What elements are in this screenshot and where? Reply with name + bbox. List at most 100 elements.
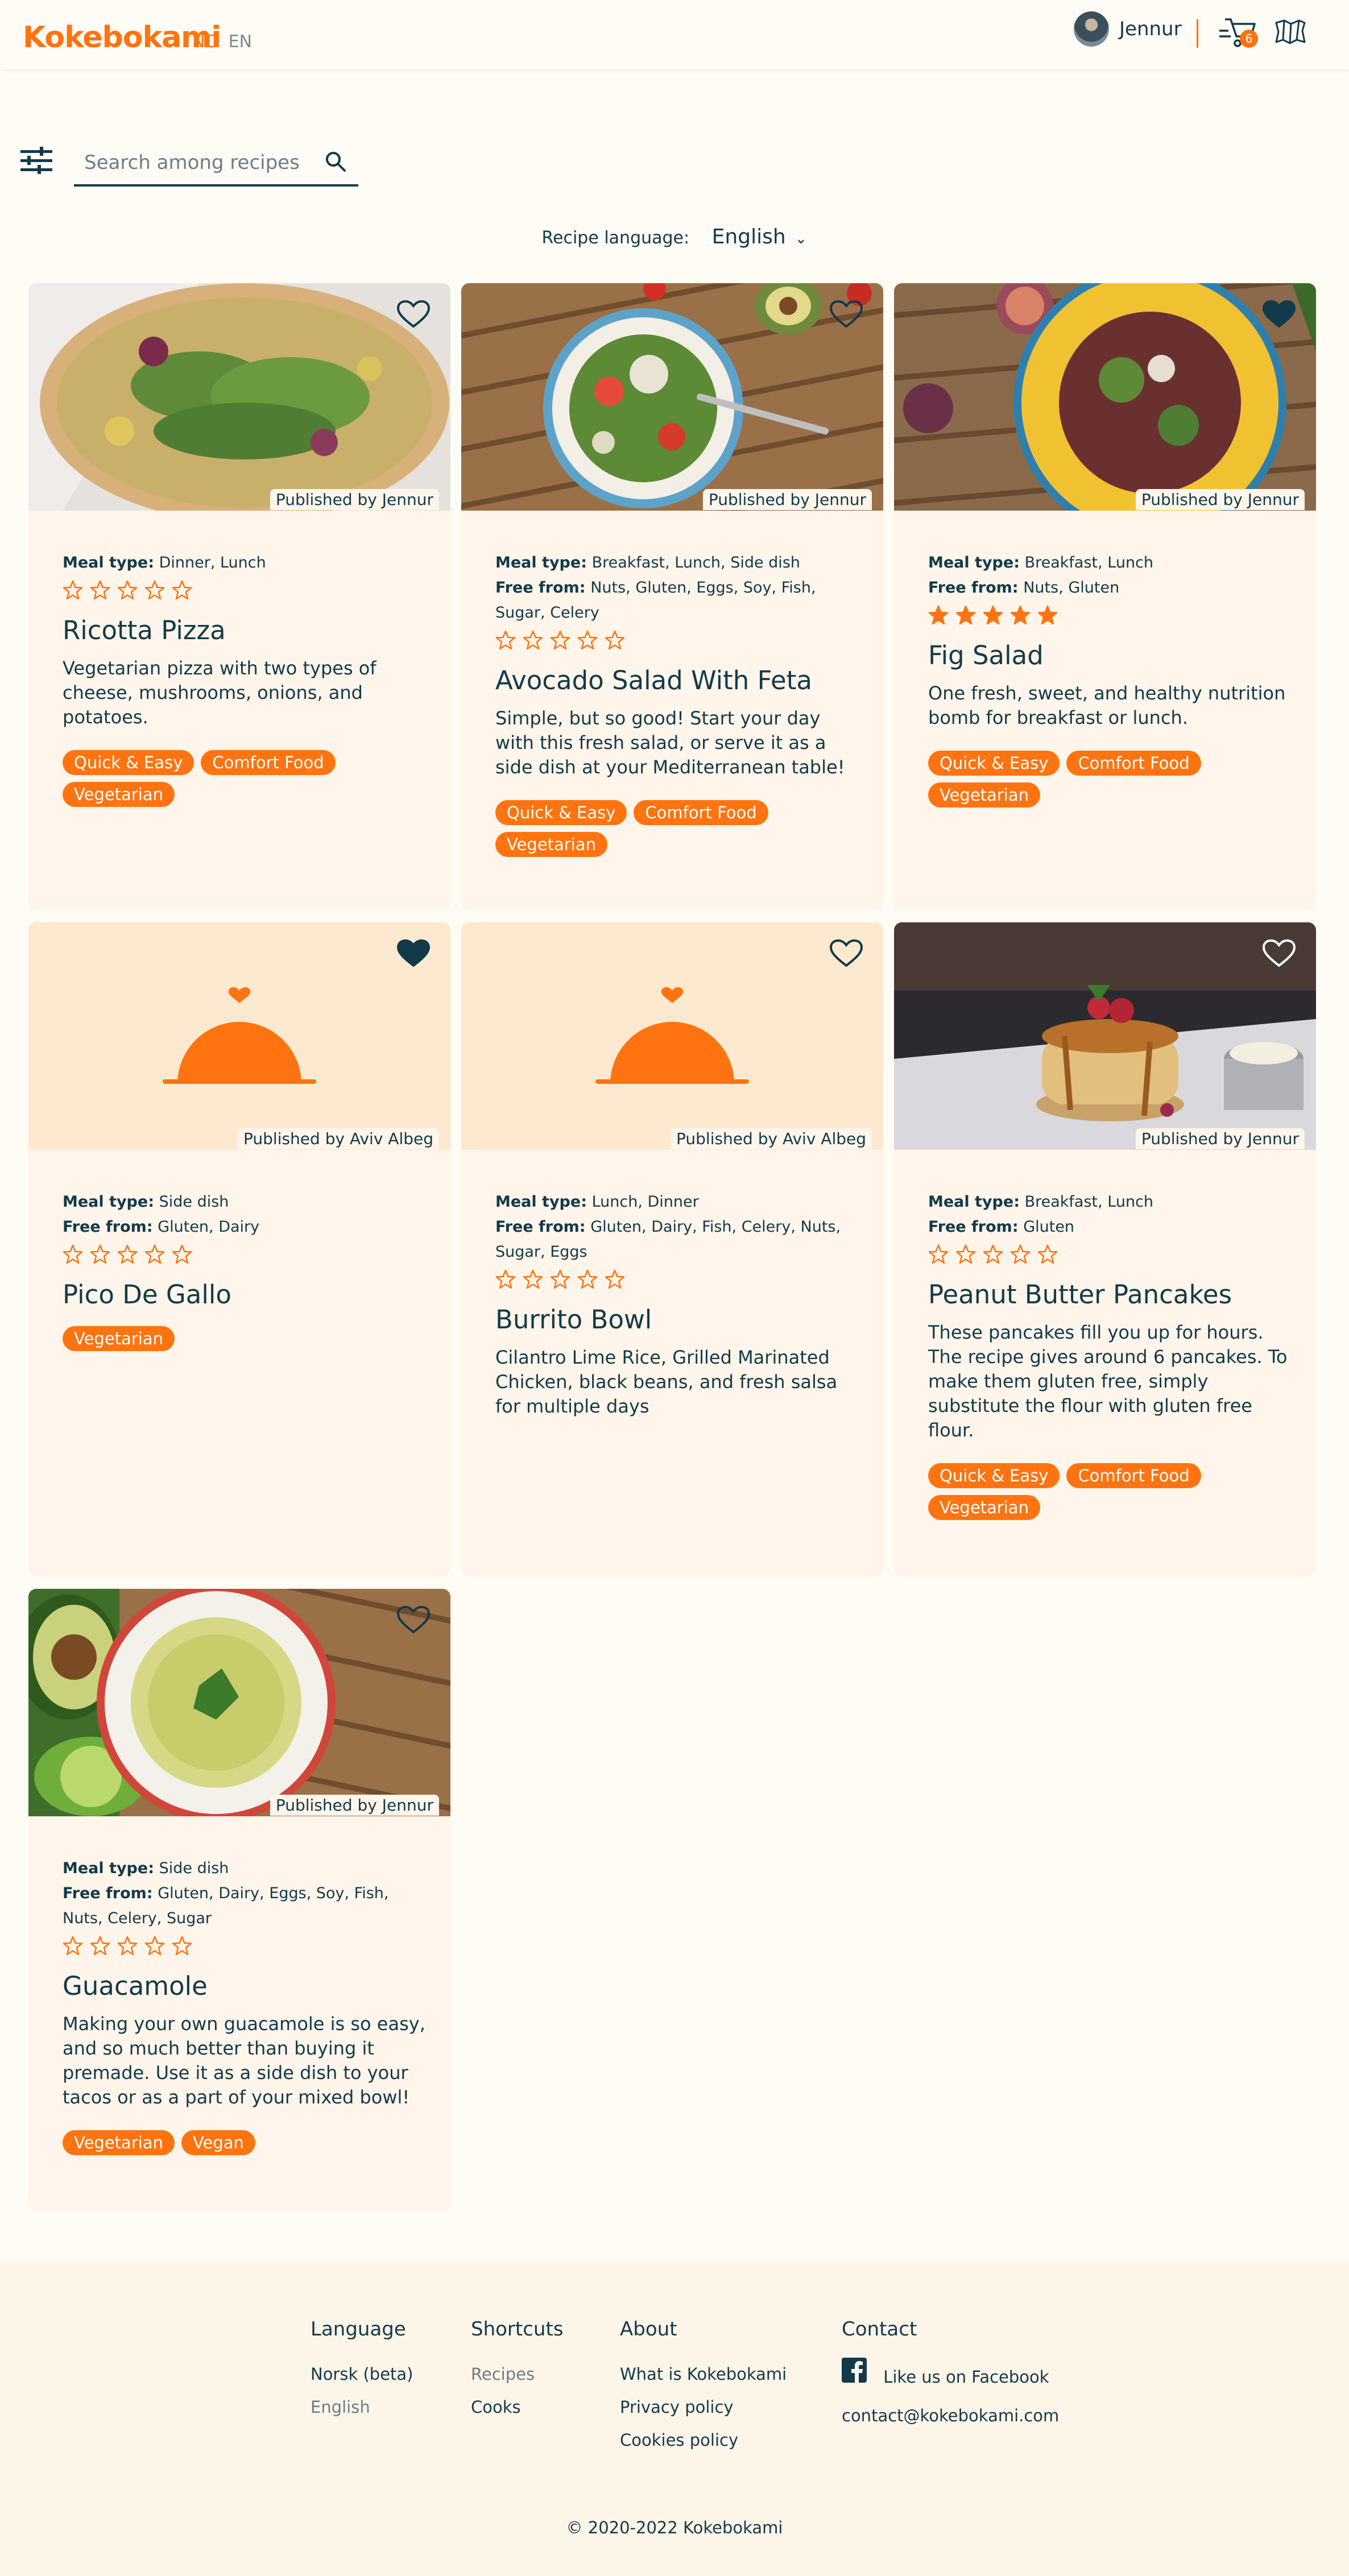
recipe-title[interactable]: Peanut Butter Pancakes [928, 1277, 1292, 1312]
rating-stars[interactable] [63, 580, 427, 603]
star-icon[interactable] [550, 1269, 570, 1290]
star-icon[interactable] [955, 605, 976, 626]
recipe-card[interactable]: Published by Jennur Meal type: Breakfast… [894, 283, 1316, 910]
star-icon[interactable] [144, 1936, 165, 1956]
recipe-card[interactable]: Published by Jennur Meal type: Breakfast… [461, 283, 883, 910]
category-tag[interactable]: Vegetarian [495, 832, 607, 857]
category-tag[interactable]: Vegetarian [928, 782, 1040, 807]
rating-stars[interactable] [928, 605, 1292, 628]
category-tag[interactable]: Vegan [181, 2130, 255, 2155]
recipe-card[interactable]: Published by Jennur Meal type: Dinner, L… [28, 283, 450, 910]
recipe-language-select[interactable]: English ⌄ [712, 225, 808, 249]
category-tag[interactable]: Quick & Easy [63, 750, 195, 775]
footer-link-cookies[interactable]: Cookies policy [620, 2424, 787, 2457]
cookbook-map-icon[interactable] [1274, 19, 1307, 44]
star-icon[interactable] [577, 630, 598, 651]
published-by[interactable]: Published by Jennur [1135, 1128, 1305, 1149]
star-icon[interactable] [144, 580, 165, 600]
search-input[interactable] [74, 146, 313, 180]
footer-link-english[interactable]: English [311, 2391, 413, 2424]
star-icon[interactable] [495, 1269, 516, 1290]
category-tag[interactable]: Quick & Easy [928, 751, 1060, 776]
favorite-heart-icon[interactable] [830, 300, 863, 329]
logo[interactable]: Kokebokami [23, 20, 221, 55]
star-icon[interactable] [495, 630, 516, 651]
recipe-image[interactable] [28, 1589, 450, 1816]
contact-email-link[interactable]: contact@kokebokami.com [842, 2399, 1059, 2432]
recipe-language-value[interactable]: English [712, 225, 786, 249]
star-icon[interactable] [172, 1244, 192, 1265]
category-tag[interactable]: Quick & Easy [495, 800, 627, 825]
recipe-image[interactable] [894, 922, 1316, 1150]
star-icon[interactable] [1010, 605, 1031, 626]
rating-stars[interactable] [495, 630, 859, 653]
footer-link-cooks[interactable]: Cooks [471, 2391, 564, 2424]
favorite-heart-icon[interactable] [397, 300, 430, 329]
footer-link-norsk[interactable]: Norsk (beta) [311, 2358, 413, 2391]
published-by[interactable]: Published by Jennur [270, 1795, 439, 1816]
star-icon[interactable] [1037, 605, 1058, 626]
recipe-title[interactable]: Pico De Gallo [63, 1277, 427, 1312]
star-icon[interactable] [144, 1244, 165, 1265]
user-menu[interactable]: Jennur [1074, 11, 1182, 47]
recipe-title[interactable]: Burrito Bowl [495, 1302, 859, 1337]
facebook-label[interactable]: Like us on Facebook [883, 2367, 1049, 2387]
avatar[interactable] [1074, 11, 1109, 47]
published-by[interactable]: Published by Jennur [702, 489, 872, 510]
recipe-image[interactable] [461, 283, 883, 511]
star-icon[interactable] [1037, 1244, 1058, 1265]
star-icon[interactable] [577, 1269, 598, 1290]
recipe-card[interactable]: Published by Jennur Meal type: Side dish… [28, 1589, 450, 2211]
published-by[interactable]: Published by Jennur [1135, 489, 1305, 510]
star-icon[interactable] [90, 1936, 110, 1956]
star-icon[interactable] [955, 1244, 976, 1265]
category-tag[interactable]: Quick & Easy [928, 1463, 1060, 1488]
star-icon[interactable] [63, 1244, 83, 1265]
star-icon[interactable] [117, 580, 138, 600]
star-icon[interactable] [523, 630, 543, 651]
star-icon[interactable] [90, 1244, 110, 1265]
footer-link-privacy[interactable]: Privacy policy [620, 2391, 787, 2424]
recipe-title[interactable]: Fig Salad [928, 638, 1292, 673]
filter-sliders-icon[interactable] [20, 147, 52, 175]
category-tag[interactable]: Vegetarian [63, 2130, 175, 2155]
star-icon[interactable] [550, 630, 570, 651]
favorite-heart-icon[interactable] [1263, 939, 1296, 968]
published-by[interactable]: Published by Aviv Albeg [671, 1128, 872, 1149]
lang-no-link[interactable]: NO [192, 32, 218, 52]
recipe-image[interactable] [28, 922, 450, 1150]
recipe-title[interactable]: Ricotta Pizza [63, 613, 427, 648]
facebook-link[interactable]: Like us on Facebook [842, 2358, 1059, 2393]
star-icon[interactable] [928, 605, 949, 626]
favorite-heart-icon[interactable] [830, 939, 863, 968]
category-tag[interactable]: Comfort Food [1066, 1463, 1201, 1488]
favorite-heart-icon[interactable] [397, 1606, 430, 1634]
star-icon[interactable] [117, 1244, 138, 1265]
star-icon[interactable] [117, 1936, 138, 1956]
lang-en-link[interactable]: EN [229, 32, 252, 52]
published-by[interactable]: Published by Aviv Albeg [238, 1128, 439, 1149]
star-icon[interactable] [63, 1936, 83, 1956]
category-tag[interactable]: Comfort Food [1066, 751, 1201, 776]
rating-stars[interactable] [63, 1244, 427, 1267]
star-icon[interactable] [1010, 1244, 1031, 1265]
favorite-heart-icon[interactable] [397, 939, 430, 968]
star-icon[interactable] [523, 1269, 543, 1290]
favorite-heart-icon[interactable] [1263, 300, 1296, 329]
star-icon[interactable] [983, 605, 1003, 626]
star-icon[interactable] [983, 1244, 1003, 1265]
recipe-title[interactable]: Guacamole [63, 1969, 427, 2004]
star-icon[interactable] [172, 1936, 192, 1956]
star-icon[interactable] [928, 1244, 949, 1265]
footer-link-what-is[interactable]: What is Kokebokami [620, 2358, 787, 2391]
recipe-image[interactable] [894, 283, 1316, 511]
star-icon[interactable] [90, 580, 110, 600]
category-tag[interactable]: Vegetarian [63, 1326, 175, 1351]
category-tag[interactable]: Vegetarian [928, 1495, 1040, 1520]
star-icon[interactable] [605, 630, 625, 651]
published-by[interactable]: Published by Jennur [270, 489, 439, 510]
recipe-image[interactable] [28, 283, 450, 511]
category-tag[interactable]: Comfort Food [201, 750, 336, 775]
rating-stars[interactable] [63, 1936, 427, 1958]
recipe-card[interactable]: Published by Aviv Albeg Meal type: Lunch… [461, 922, 883, 1576]
